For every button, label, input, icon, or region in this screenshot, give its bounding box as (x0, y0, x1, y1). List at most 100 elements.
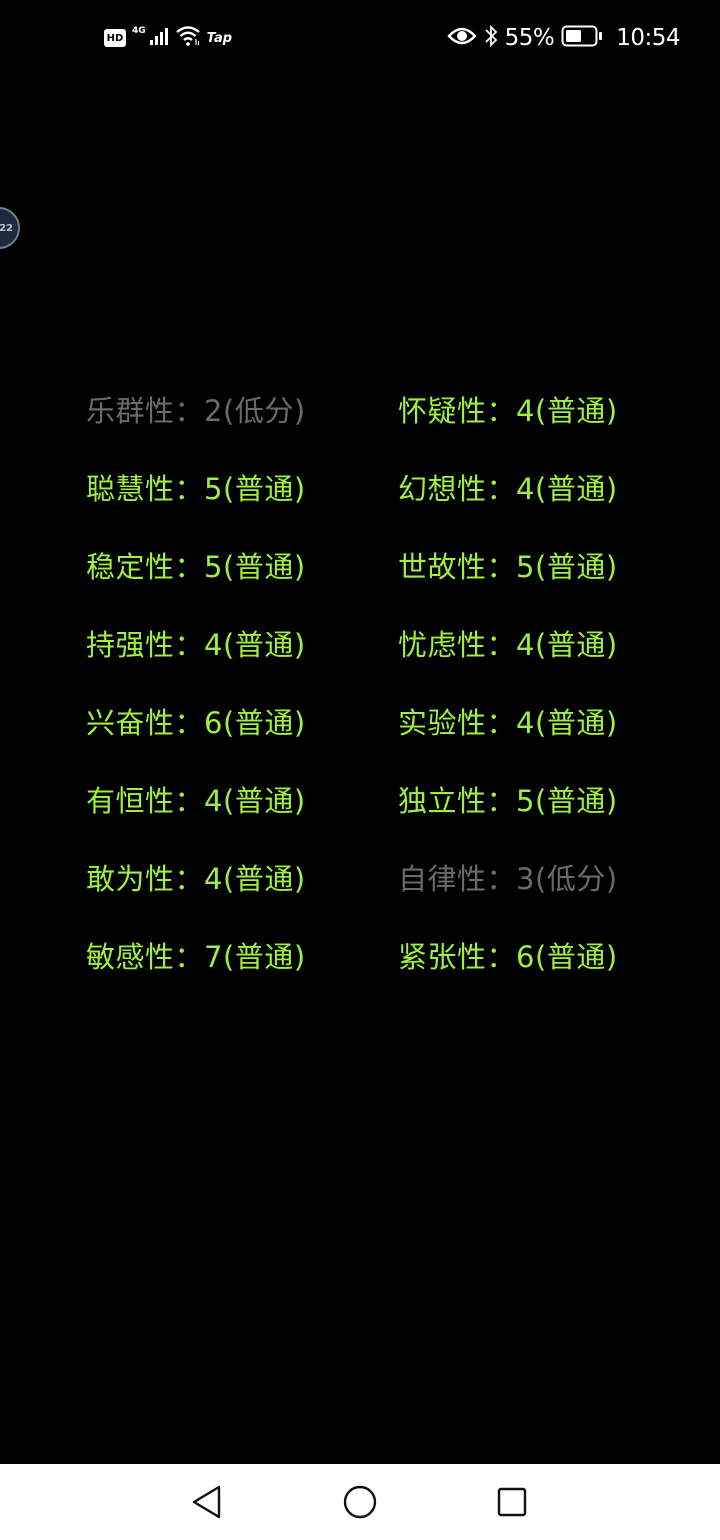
paren-open: ( (222, 862, 235, 896)
trait-name: 敢为性 (86, 862, 175, 896)
paren-open: ( (222, 472, 235, 506)
trait-item: 有恒性：4(普通) (86, 781, 306, 821)
paren-close: ) (605, 472, 618, 506)
paren-close: ) (293, 706, 306, 740)
trait-score: 4 (516, 472, 535, 506)
trait-name: 乐群性 (86, 394, 175, 428)
trait-level: 普通 (546, 628, 606, 662)
trait-separator: ： (486, 628, 517, 662)
trait-item: 兴奋性：6(普通) (86, 703, 306, 743)
trait-name: 有恒性 (86, 784, 175, 818)
trait-separator: ： (486, 550, 517, 584)
trait-separator: ： (486, 472, 517, 506)
navigation-bar (0, 1464, 720, 1540)
paren-close: ) (605, 550, 618, 584)
trait-item: 自律性：3(低分) (398, 859, 618, 899)
paren-close: ) (293, 550, 306, 584)
paren-open: ( (222, 550, 235, 584)
trait-separator: ： (174, 394, 205, 428)
trait-score: 4 (516, 394, 535, 428)
trait-name: 稳定性 (86, 550, 175, 584)
paren-open: ( (534, 394, 547, 428)
home-circle-icon (343, 1485, 377, 1519)
trait-separator: ： (174, 550, 205, 584)
trait-item: 忧虑性：4(普通) (398, 625, 618, 665)
trait-score: 6 (204, 706, 223, 740)
paren-open: ( (534, 628, 547, 662)
trait-level: 普通 (546, 394, 606, 428)
paren-close: ) (293, 472, 306, 506)
trait-name: 忧虑性 (398, 628, 487, 662)
trait-separator: ： (486, 706, 517, 740)
paren-close: ) (605, 940, 618, 974)
trait-name: 独立性 (398, 784, 487, 818)
trait-level: 普通 (234, 862, 294, 896)
trait-item: 实验性：4(普通) (398, 703, 618, 743)
trait-name: 紧张性 (398, 940, 487, 974)
paren-close: ) (293, 394, 306, 428)
trait-item: 世故性：5(普通) (398, 547, 618, 587)
trait-item: 独立性：5(普通) (398, 781, 618, 821)
trait-separator: ： (174, 706, 205, 740)
trait-item: 稳定性：5(普通) (86, 547, 306, 587)
trait-level: 普通 (234, 550, 294, 584)
trait-separator: ： (174, 862, 205, 896)
home-button[interactable] (340, 1482, 380, 1522)
trait-level: 普通 (546, 706, 606, 740)
paren-open: ( (534, 550, 547, 584)
trait-level: 普通 (546, 550, 606, 584)
trait-separator: ： (486, 940, 517, 974)
paren-close: ) (605, 394, 618, 428)
trait-score: 5 (204, 550, 223, 584)
trait-item: 聪慧性：5(普通) (86, 469, 306, 509)
trait-score: 6 (516, 940, 535, 974)
trait-item: 怀疑性：4(普通) (398, 391, 618, 431)
paren-close: ) (293, 940, 306, 974)
paren-open: ( (222, 706, 235, 740)
trait-item: 幻想性：4(普通) (398, 469, 618, 509)
trait-separator: ： (486, 394, 517, 428)
trait-name: 世故性 (398, 550, 487, 584)
trait-name: 持强性 (86, 628, 175, 662)
trait-level: 普通 (234, 940, 294, 974)
trait-name: 实验性 (398, 706, 487, 740)
trait-item: 持强性：4(普通) (86, 625, 306, 665)
paren-close: ) (605, 628, 618, 662)
trait-separator: ： (174, 940, 205, 974)
trait-separator: ： (174, 784, 205, 818)
trait-item: 敢为性：4(普通) (86, 859, 306, 899)
trait-separator: ： (486, 784, 517, 818)
paren-open: ( (534, 940, 547, 974)
paren-open: ( (534, 784, 547, 818)
trait-level: 普通 (546, 940, 606, 974)
back-triangle-icon (192, 1485, 221, 1519)
trait-score: 4 (516, 628, 535, 662)
trait-level: 普通 (546, 472, 606, 506)
paren-close: ) (605, 784, 618, 818)
trait-level: 低分 (546, 862, 606, 896)
trait-score: 2 (204, 394, 223, 428)
trait-score: 4 (516, 706, 535, 740)
trait-results: 乐群性：2(低分) 怀疑性：4(普通) 聪慧性：5(普通) 幻想性：4(普通) 稳定性：… (0, 0, 720, 1000)
paren-open: ( (534, 706, 547, 740)
paren-close: ) (605, 862, 618, 896)
trait-name: 敏感性 (86, 940, 175, 974)
trait-level: 普通 (234, 628, 294, 662)
paren-open: ( (222, 394, 235, 428)
trait-separator: ： (174, 472, 205, 506)
recents-button[interactable] (492, 1482, 532, 1522)
trait-name: 自律性 (398, 862, 487, 896)
paren-open: ( (534, 472, 547, 506)
trait-separator: ： (174, 628, 205, 662)
back-button[interactable] (186, 1482, 226, 1522)
trait-score: 5 (204, 472, 223, 506)
trait-score: 7 (204, 940, 223, 974)
trait-score: 4 (204, 784, 223, 818)
trait-item: 敏感性：7(普通) (86, 937, 306, 977)
trait-score: 4 (204, 628, 223, 662)
trait-name: 怀疑性 (398, 394, 487, 428)
trait-name: 兴奋性 (86, 706, 175, 740)
trait-name: 幻想性 (398, 472, 487, 506)
paren-close: ) (293, 628, 306, 662)
paren-close: ) (293, 784, 306, 818)
